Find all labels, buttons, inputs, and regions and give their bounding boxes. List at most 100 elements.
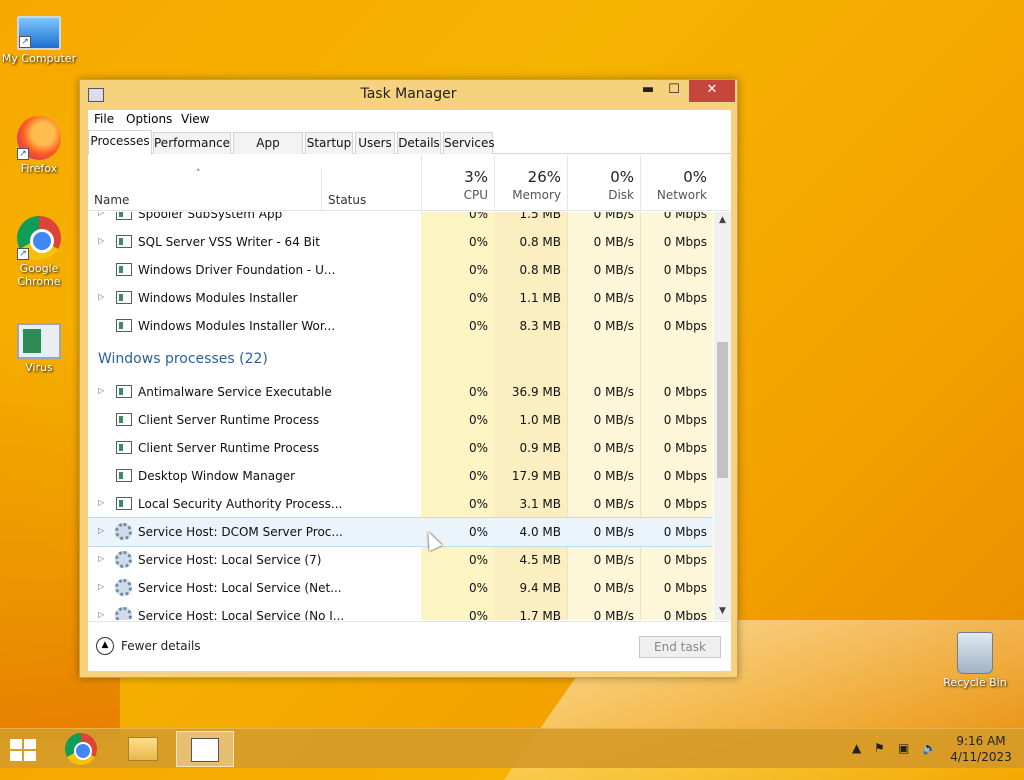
process-row[interactable]: ▷ Antimalware Service Executable 0% 36.9… bbox=[88, 378, 713, 406]
tab-app-history[interactable]: App history bbox=[233, 132, 303, 170]
gear-icon bbox=[115, 523, 132, 540]
column-divider bbox=[321, 169, 322, 211]
desktop-icon-recycle-bin[interactable]: Recycle Bin bbox=[937, 632, 1013, 689]
end-task-button[interactable]: End task bbox=[639, 636, 721, 658]
start-button[interactable] bbox=[8, 737, 38, 761]
scroll-up-icon[interactable]: ▲ bbox=[714, 212, 731, 229]
memory-value: 1.7 MB bbox=[519, 609, 561, 620]
group-header-row[interactable]: Windows processes (22) bbox=[88, 342, 713, 378]
tab-services[interactable]: Services bbox=[443, 132, 495, 154]
expand-arrow-icon[interactable]: ▷ bbox=[98, 610, 104, 619]
expand-arrow-icon[interactable]: ▷ bbox=[98, 386, 104, 395]
process-row[interactable]: Windows Driver Foundation - U... 0% 0.8 … bbox=[88, 256, 713, 284]
process-name: Windows Modules Installer Wor... bbox=[138, 319, 336, 333]
tab-performance[interactable]: Performance bbox=[153, 132, 231, 154]
process-row[interactable]: ▷ SQL Server VSS Writer - 64 Bit 0% 0.8 … bbox=[88, 228, 713, 256]
column-status[interactable]: Status bbox=[328, 193, 366, 207]
column-name[interactable]: Name bbox=[94, 193, 129, 207]
taskbar-task-manager[interactable] bbox=[176, 731, 234, 767]
taskbar-file-explorer[interactable] bbox=[114, 731, 172, 767]
chevron-up-icon[interactable]: ▲ bbox=[96, 637, 114, 655]
desktop-icon-firefox[interactable]: ↗ Firefox bbox=[1, 116, 77, 175]
network-value: 0 Mbps bbox=[663, 263, 707, 277]
desktop-icon-chrome[interactable]: ↗ Google Chrome bbox=[1, 216, 77, 288]
desktop-icon-virus[interactable]: Virus bbox=[1, 323, 77, 374]
process-row[interactable]: ▷ Windows Modules Installer 0% 1.1 MB 0 … bbox=[88, 284, 713, 312]
process-row[interactable]: ▷ Spooler SubSystem App 0% 1.5 MB 0 MB/s… bbox=[88, 212, 713, 228]
process-row[interactable]: ▷ Service Host: Local Service (7) 0% 4.5… bbox=[88, 546, 713, 574]
cpu-total: 3% bbox=[464, 168, 488, 186]
tab-users[interactable]: Users bbox=[355, 132, 395, 154]
expand-arrow-icon[interactable]: ▷ bbox=[98, 554, 104, 563]
process-icon bbox=[116, 319, 132, 332]
clock-time: 9:16 AM bbox=[956, 734, 1006, 748]
column-disk[interactable]: 0% Disk bbox=[567, 155, 640, 211]
maximize-button[interactable]: ☐ bbox=[661, 80, 687, 102]
tab-details[interactable]: Details bbox=[397, 132, 441, 154]
menu-file[interactable]: File bbox=[94, 112, 114, 126]
scroll-thumb[interactable] bbox=[717, 342, 728, 478]
volume-muted-icon[interactable]: 🔈 bbox=[922, 741, 937, 755]
menu-options[interactable]: Options bbox=[126, 112, 172, 126]
network-value: 0 Mbps bbox=[663, 441, 707, 455]
process-icon bbox=[116, 263, 132, 276]
tab-startup[interactable]: Startup bbox=[305, 132, 353, 154]
gear-icon bbox=[115, 551, 132, 568]
title-bar[interactable]: Task Manager ▬ ☐ ✕ bbox=[80, 80, 737, 110]
network-icon[interactable]: ▣ bbox=[898, 741, 909, 755]
expand-arrow-icon[interactable]: ▷ bbox=[98, 212, 104, 217]
folder-icon bbox=[128, 737, 158, 761]
expand-arrow-icon[interactable]: ▷ bbox=[98, 236, 104, 245]
group-header: Windows processes (22) bbox=[98, 351, 268, 367]
process-name: Desktop Window Manager bbox=[138, 469, 296, 483]
close-button[interactable]: ✕ bbox=[689, 80, 735, 102]
disk-value: 0 MB/s bbox=[593, 385, 634, 399]
process-row[interactable]: ▷ Local Security Authority Process... 0%… bbox=[88, 490, 713, 518]
clock-date: 4/11/2023 bbox=[950, 750, 1012, 764]
process-name: Service Host: Local Service (No I... bbox=[138, 609, 345, 620]
expand-arrow-icon[interactable]: ▷ bbox=[98, 526, 104, 535]
process-row-selected[interactable]: ▷ Service Host: DCOM Server Proc... 0% 4… bbox=[88, 517, 713, 547]
process-row[interactable]: Desktop Window Manager 0% 17.9 MB 0 MB/s… bbox=[88, 462, 713, 490]
cpu-value: 0% bbox=[468, 319, 488, 333]
column-memory[interactable]: 26% Memory bbox=[494, 155, 567, 211]
system-clock[interactable]: 9:16 AM 4/11/2023 bbox=[946, 733, 1016, 765]
menu-view[interactable]: View bbox=[181, 112, 209, 126]
process-row[interactable]: Client Server Runtime Process 0% 1.0 MB … bbox=[88, 406, 713, 434]
column-network[interactable]: 0% Network bbox=[640, 155, 713, 211]
process-icon bbox=[116, 497, 132, 510]
process-name: Windows Modules Installer bbox=[138, 291, 298, 305]
disk-value: 0 MB/s bbox=[593, 609, 634, 620]
action-center-flag-icon[interactable]: ⚑ bbox=[874, 741, 885, 755]
expand-arrow-icon[interactable]: ▷ bbox=[98, 582, 104, 591]
column-cpu[interactable]: 3% CPU bbox=[421, 155, 494, 211]
scroll-down-icon[interactable]: ▼ bbox=[714, 603, 731, 620]
fewer-details-link[interactable]: Fewer details bbox=[121, 639, 201, 653]
show-hidden-icons-button[interactable]: ▲ bbox=[852, 741, 861, 755]
tab-processes[interactable]: Processes bbox=[88, 130, 152, 155]
process-list[interactable]: ▷ Spooler SubSystem App 0% 1.5 MB 0 MB/s… bbox=[88, 212, 713, 620]
process-row[interactable]: ▷ Service Host: Local Service (Net... 0%… bbox=[88, 574, 713, 602]
network-value: 0 Mbps bbox=[663, 212, 707, 221]
desktop-icon-my-computer[interactable]: ↗ My Computer bbox=[1, 10, 77, 65]
network-value: 0 Mbps bbox=[663, 385, 707, 399]
taskbar-chrome[interactable] bbox=[52, 731, 110, 767]
vertical-scrollbar[interactable]: ▲ ▼ bbox=[714, 212, 731, 620]
disk-value: 0 MB/s bbox=[593, 235, 634, 249]
process-row[interactable]: Windows Modules Installer Wor... 0% 8.3 … bbox=[88, 312, 713, 340]
process-name: Client Server Runtime Process bbox=[138, 441, 320, 455]
process-icon bbox=[116, 385, 132, 398]
desktop-icon-label: Google Chrome bbox=[17, 262, 61, 288]
expand-arrow-icon[interactable]: ▷ bbox=[98, 498, 104, 507]
process-row[interactable]: Client Server Runtime Process 0% 0.9 MB … bbox=[88, 434, 713, 462]
process-name: Service Host: Local Service (Net... bbox=[138, 581, 342, 595]
disk-value: 0 MB/s bbox=[593, 581, 634, 595]
process-name: Service Host: Local Service (7) bbox=[138, 553, 322, 567]
process-row[interactable]: ▷ Service Host: Local Service (No I... 0… bbox=[88, 602, 713, 620]
minimize-button[interactable]: ▬ bbox=[635, 80, 661, 102]
memory-label: Memory bbox=[512, 188, 561, 202]
expand-arrow-icon[interactable]: ▷ bbox=[98, 292, 104, 301]
menu-bar: File Options View bbox=[88, 110, 731, 130]
cpu-value: 0% bbox=[468, 235, 488, 249]
cpu-value: 0% bbox=[468, 497, 488, 511]
